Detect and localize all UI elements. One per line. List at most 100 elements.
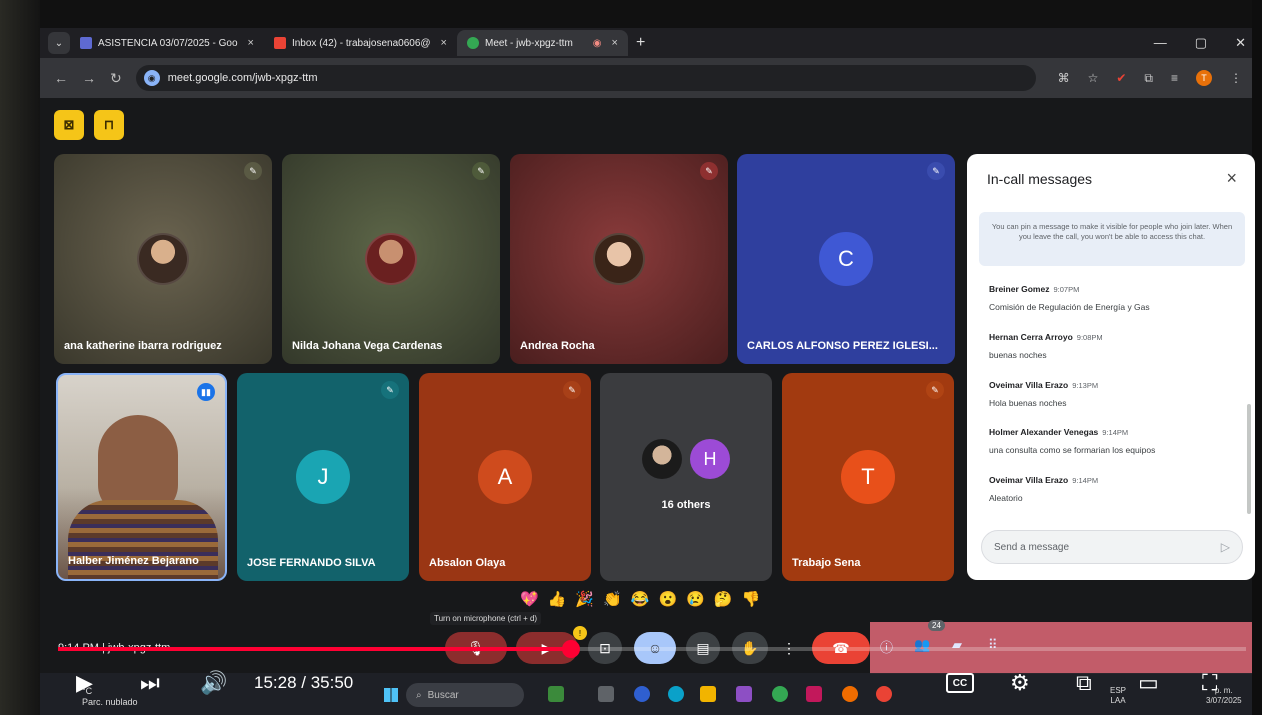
message-time: 9:13PM [1072, 381, 1099, 390]
language-indicator[interactable]: ESP LAA [1110, 686, 1126, 705]
tab-meet[interactable]: Meet - jwb-xpgz-ttm ◉ × [456, 30, 628, 56]
muted-mic-icon: ✎ [926, 381, 944, 399]
reaction-heart-icon[interactable]: 💖 [520, 590, 539, 608]
bookmark-star-icon[interactable]: ☆ [1088, 71, 1099, 85]
taskbar-app-icon[interactable] [806, 686, 822, 702]
chat-message-input[interactable]: Send a message ▷ [981, 530, 1243, 564]
reaction-surprised-icon[interactable]: 😮 [658, 590, 677, 608]
chrome-icon[interactable] [876, 686, 892, 702]
participant-avatar [593, 233, 645, 285]
others-tile[interactable]: H 16 others [600, 373, 772, 581]
no-camera-icon[interactable]: ⊠ [54, 110, 84, 140]
taskbar-app-icon[interactable] [598, 686, 614, 702]
media-icon[interactable]: ≡ [1171, 71, 1178, 85]
sheets-icon [80, 37, 92, 49]
participant-tile[interactable]: A ✎ Absalon Olaya [419, 373, 591, 581]
participant-count-badge: 24 [928, 620, 945, 631]
reload-icon[interactable]: ↻ [110, 70, 122, 87]
participant-avatar: A [478, 450, 532, 504]
participant-name: CARLOS ALFONSO PEREZ IGLESI... [747, 340, 938, 352]
taskbar-app-icon[interactable] [548, 686, 564, 702]
participant-tile[interactable]: ✎ Nilda Johana Vega Cardenas [282, 154, 500, 364]
search-icon: ⌕ [416, 689, 422, 701]
message-sender: Holmer Alexander Venegas [989, 427, 1099, 437]
close-window-icon[interactable]: ✕ [1235, 35, 1246, 51]
chat-title: In-call messages [987, 171, 1093, 187]
close-tab-icon[interactable]: × [248, 37, 254, 49]
chat-panel: In-call messages × You can pin a message… [967, 154, 1255, 580]
muted-mic-icon: ✎ [927, 162, 945, 180]
address-bar[interactable]: ◉ meet.google.com/jwb-xpgz-ttm [135, 65, 1036, 91]
browser-tabbar: ⌄ ASISTENCIA 03/07/2025 - Goo × Inbox (4… [40, 28, 1252, 58]
new-tab-button[interactable]: + [636, 34, 645, 52]
theater-mode-icon[interactable]: ▭ [1138, 670, 1159, 696]
taskbar-app-icon[interactable] [634, 686, 650, 702]
extension-check-icon[interactable]: ✔ [1116, 71, 1126, 85]
message-text: Hola buenas noches [989, 398, 1067, 408]
reaction-laugh-icon[interactable]: 😂 [631, 590, 650, 608]
video-scrubber-knob[interactable] [562, 640, 580, 658]
translate-icon[interactable]: ⌘ [1058, 71, 1070, 85]
message-text: una consulta como se formarian los equip… [989, 445, 1156, 455]
volume-icon[interactable]: 🔊 [200, 670, 227, 696]
participant-tile[interactable]: ✎ ana katherine ibarra rodriguez [54, 154, 272, 364]
folder-icon[interactable] [700, 686, 716, 702]
chat-info-banner: You can pin a message to make it visible… [979, 212, 1245, 266]
chat-scrollbar[interactable] [1247, 404, 1251, 514]
profile-avatar[interactable]: T [1196, 70, 1212, 86]
play-icon[interactable]: ▶ [76, 670, 93, 696]
extensions-icon[interactable]: ⧉ [1144, 71, 1153, 86]
participant-name: Halber Jiménez Bejarano [68, 555, 199, 567]
edge-icon[interactable] [668, 686, 684, 702]
menu-icon[interactable]: ⋮ [1230, 71, 1242, 85]
tab-inbox[interactable]: Inbox (42) - trabajosena0606@ × [264, 30, 457, 56]
miniplayer-icon[interactable]: ⧉ [1076, 670, 1092, 696]
participant-shirt [68, 500, 218, 579]
windows-start-icon[interactable] [384, 688, 398, 702]
muted-mic-icon: ✎ [381, 381, 399, 399]
fullscreen-icon[interactable]: ⛶ [1202, 670, 1217, 696]
tab-asistencia[interactable]: ASISTENCIA 03/07/2025 - Goo × [70, 30, 264, 56]
participant-tile[interactable]: ✎ Andrea Rocha [510, 154, 728, 364]
send-icon[interactable]: ▷ [1221, 540, 1230, 554]
back-icon[interactable]: ← [54, 70, 68, 86]
weather-desc: Parc. nublado [82, 696, 138, 707]
participant-tile[interactable]: C ✎ CARLOS ALFONSO PEREZ IGLESI... [737, 154, 955, 364]
gmail-icon [273, 37, 286, 49]
message-sender: Hernan Cerra Arroyo [989, 332, 1073, 342]
participant-name: ana katherine ibarra rodriguez [64, 340, 222, 352]
subtitles-button[interactable]: CC [946, 673, 974, 693]
reaction-clap-icon[interactable]: 👏 [603, 590, 622, 608]
reaction-party-icon[interactable]: 🎉 [575, 590, 594, 608]
site-info-icon[interactable]: ◉ [143, 70, 160, 86]
close-chat-icon[interactable]: × [1226, 168, 1237, 189]
settings-gear-icon[interactable]: ⚙ [1010, 670, 1030, 696]
reaction-thumbsdown-icon[interactable]: 👎 [742, 590, 761, 608]
participant-name: Andrea Rocha [520, 340, 595, 352]
muted-mic-icon: ✎ [244, 162, 262, 180]
lang-layout: LAA [1110, 695, 1126, 705]
reaction-thumbsup-icon[interactable]: 👍 [548, 590, 567, 608]
reaction-thinking-icon[interactable]: 🤔 [714, 590, 733, 608]
tab-search-icon[interactable]: ⌄ [48, 32, 70, 54]
restore-icon[interactable]: ▢ [1195, 35, 1207, 51]
taskbar-app-icon[interactable] [736, 686, 752, 702]
participant-avatar: J [296, 450, 350, 504]
close-tab-icon[interactable]: × [612, 37, 618, 49]
taskbar-search[interactable]: ⌕ Buscar [406, 683, 524, 707]
message-text: buenas noches [989, 350, 1047, 360]
next-icon[interactable]: ⏭ [140, 670, 160, 696]
taskbar-app-icon[interactable] [842, 686, 858, 702]
participant-tile[interactable]: T ✎ Trabajo Sena [782, 373, 954, 581]
reaction-sad-icon[interactable]: 😢 [686, 590, 705, 608]
forward-icon[interactable]: → [82, 70, 96, 86]
close-tab-icon[interactable]: × [441, 37, 447, 49]
participant-tile[interactable]: J ✎ JOSE FERNANDO SILVA [237, 373, 409, 581]
message-sender: Oveimar Villa Erazo [989, 380, 1069, 390]
minimize-icon[interactable]: — [1154, 35, 1167, 51]
meet-icon [466, 37, 479, 49]
door-icon[interactable]: ⊓ [94, 110, 124, 140]
participant-tile-speaking[interactable]: ▮▮ Halber Jiménez Bejarano [56, 373, 227, 581]
chrome-icon[interactable] [772, 686, 788, 702]
message-text: Aleatorio [989, 493, 1023, 503]
